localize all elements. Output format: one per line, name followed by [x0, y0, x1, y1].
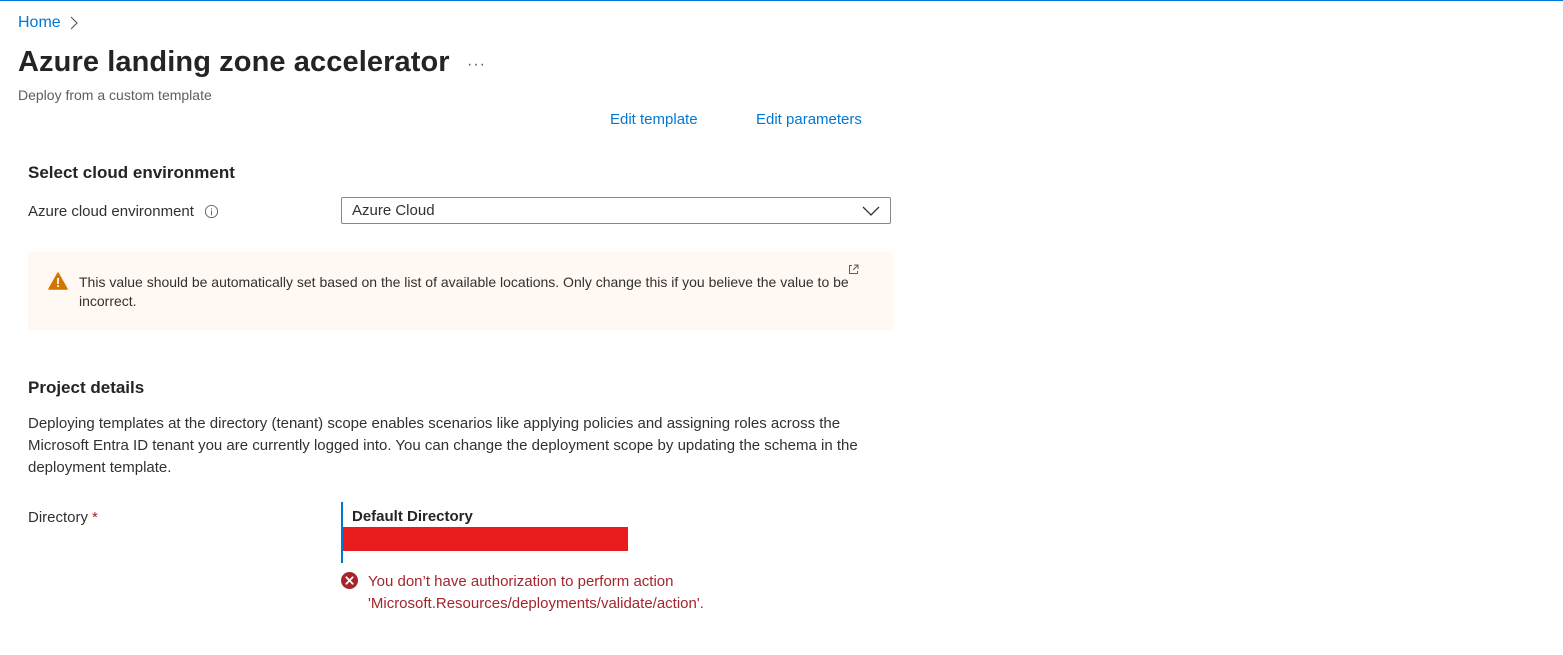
- directory-name[interactable]: Default Directory: [352, 508, 473, 525]
- error-icon: [341, 572, 358, 589]
- cloud-environment-label-text: Azure cloud environment: [28, 203, 194, 220]
- warning-message: This value should be automatically set b…: [79, 274, 849, 309]
- info-icon[interactable]: [204, 204, 219, 219]
- warning-banner: This value should be automatically set b…: [28, 252, 893, 330]
- edit-template-link[interactable]: Edit template: [610, 111, 698, 127]
- breadcrumb-home-link[interactable]: Home: [18, 14, 61, 32]
- warning-icon: [48, 272, 68, 290]
- chevron-right-icon: [70, 16, 78, 30]
- required-indicator: *: [92, 509, 98, 526]
- breadcrumb: Home: [18, 14, 79, 32]
- page-title: Azure landing zone accelerator: [18, 46, 450, 78]
- cloud-environment-dropdown[interactable]: Azure Cloud: [341, 197, 891, 224]
- cloud-environment-selected-value: Azure Cloud: [352, 202, 435, 219]
- external-link-icon[interactable]: [848, 264, 859, 275]
- directory-label-text: Directory: [28, 509, 89, 526]
- project-section-heading: Project details: [28, 378, 145, 397]
- page-subtitle: Deploy from a custom template: [18, 87, 212, 103]
- redacted-directory-id: [343, 527, 628, 551]
- cloud-environment-label: Azure cloud environment: [28, 203, 219, 220]
- top-accent-line: [0, 0, 1563, 1]
- more-options-button[interactable]: ···: [467, 56, 486, 74]
- project-description: Deploying templates at the directory (te…: [28, 415, 858, 476]
- chevron-down-icon: [862, 206, 880, 216]
- edit-parameters-link[interactable]: Edit parameters: [756, 111, 862, 127]
- directory-label: Directory *: [28, 509, 98, 526]
- cloud-section-heading: Select cloud environment: [28, 163, 235, 182]
- error-message: You don’t have authorization to perform …: [368, 573, 704, 612]
